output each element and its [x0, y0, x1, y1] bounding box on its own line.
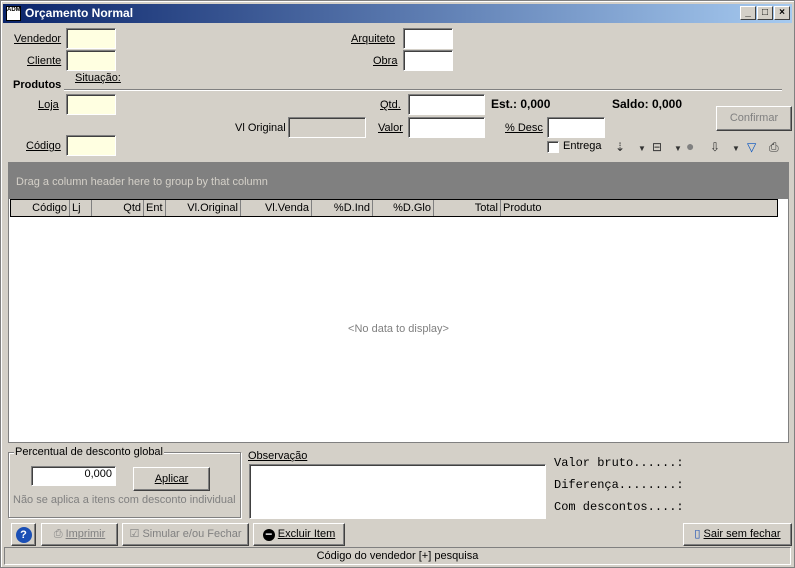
produtos-divider — [64, 89, 782, 91]
col-qtd[interactable]: Qtd — [92, 200, 144, 216]
cliente-label: Cliente — [27, 55, 62, 67]
obra-label: Obra — [373, 55, 398, 67]
status-bar: Código do vendedor [+] pesquisa — [4, 547, 791, 565]
loja-label: Loja — [38, 99, 59, 111]
com-descontos-label: Com descontos....: — [554, 500, 684, 514]
col-codigo[interactable]: Código — [11, 200, 70, 216]
window-title: Orçamento Normal — [25, 6, 134, 20]
col-vl-venda[interactable]: Vl.Venda — [241, 200, 312, 216]
estoque-label: Est.: 0,000 — [491, 97, 551, 111]
layout-icon[interactable]: ⊟ — [652, 140, 662, 154]
confirmar-button[interactable]: Confirmar — [716, 106, 792, 131]
app-icon: ADM — [6, 6, 21, 21]
layout-dropdown-icon[interactable]: ▼ — [674, 144, 682, 153]
obra-field[interactable] — [403, 50, 453, 71]
vendedor-label: Vendedor — [14, 33, 62, 45]
col-lj[interactable]: Lj — [70, 200, 92, 216]
loja-field[interactable] — [66, 94, 116, 115]
no-data-message: <No data to display> — [348, 323, 449, 335]
desc-label: % Desc — [505, 122, 543, 134]
col-vl-original[interactable]: Vl.Original — [166, 200, 241, 216]
valor-field[interactable] — [408, 117, 485, 138]
cliente-field[interactable] — [66, 50, 116, 71]
saldo-label: Saldo: 0,000 — [612, 97, 683, 111]
codigo-label: Código — [26, 140, 61, 152]
export-dropdown-icon[interactable]: ▼ — [732, 144, 740, 153]
simular-fechar-label: Simular e/ou Fechar — [142, 528, 242, 540]
group-by-hint: Drag a column header here to group by th… — [16, 176, 268, 188]
help-button[interactable]: ? — [11, 523, 36, 546]
qtd-field[interactable] — [408, 94, 485, 115]
excluir-item-button[interactable]: − Excluir Item — [253, 523, 345, 546]
filter-icon[interactable]: ▽ — [747, 140, 756, 154]
desconto-note: Não se aplica a itens com desconto indiv… — [13, 494, 236, 506]
title-bar[interactable]: ADM Orçamento Normal _ □ × — [3, 4, 792, 23]
qtd-label: Qtd. — [380, 99, 401, 111]
print-grid-icon[interactable]: ⎙ — [769, 140, 779, 155]
col-d-glo[interactable]: %D.Glo — [373, 200, 434, 216]
col-total[interactable]: Total — [434, 200, 501, 216]
vl-original-field — [288, 117, 366, 138]
arquiteto-field[interactable] — [403, 28, 453, 49]
record-icon[interactable]: ● — [686, 138, 694, 154]
aplicar-button-label: Aplicar — [154, 473, 189, 485]
observacao-field[interactable] — [249, 464, 546, 519]
codigo-field[interactable] — [66, 135, 116, 156]
arquiteto-label: Arquiteto — [351, 33, 396, 45]
group-by-panel[interactable]: Drag a column header here to group by th… — [9, 163, 788, 199]
imprimir-label: Imprimir — [65, 528, 106, 540]
simular-fechar-button[interactable]: ☑ Simular e/ou Fechar — [122, 523, 249, 546]
desc-field[interactable] — [547, 117, 605, 138]
desconto-global-field[interactable]: 0,000 — [31, 466, 116, 486]
printer-icon: ⎙ — [53, 528, 66, 540]
minimize-button[interactable]: _ — [740, 6, 756, 20]
valor-bruto-label: Valor bruto......: — [554, 456, 684, 470]
vendedor-field[interactable] — [66, 28, 116, 49]
remove-icon: − — [262, 528, 275, 541]
status-text: Código do vendedor [+] pesquisa — [316, 550, 479, 562]
excluir-item-label: Excluir Item — [277, 528, 336, 540]
sort-dropdown-icon[interactable]: ▼ — [638, 144, 646, 153]
grid-header: Código Lj Qtd Ent Vl.Original Vl.Venda %… — [10, 199, 778, 217]
observacao-label: Observação — [248, 450, 308, 462]
aplicar-button[interactable]: Aplicar — [133, 467, 210, 491]
close-button[interactable]: × — [774, 6, 790, 20]
orcamento-window: ADM Orçamento Normal _ □ × Vendedor Clie… — [0, 0, 795, 568]
export-icon[interactable]: ⇩ — [710, 140, 720, 154]
desc-label-text: % Desc — [505, 122, 543, 134]
col-d-ind[interactable]: %D.Ind — [312, 200, 373, 216]
produtos-section-label: Produtos — [13, 79, 62, 91]
help-icon: ? — [15, 527, 32, 543]
sort-icon[interactable]: ⇣ — [615, 140, 625, 154]
situacao-label: Situação: — [75, 72, 121, 84]
maximize-button[interactable]: □ — [757, 6, 773, 20]
sair-sem-fechar-label: Sair sem fechar — [703, 528, 781, 540]
col-ent[interactable]: Ent — [144, 200, 166, 216]
imprimir-button[interactable]: ⎙ Imprimir — [41, 523, 118, 546]
diferenca-label: Diferença........: — [554, 478, 684, 492]
checkmark-icon: ☑ — [129, 528, 143, 540]
sair-sem-fechar-button[interactable]: ▯ Sair sem fechar — [683, 523, 792, 546]
exit-door-icon: ▯ — [694, 528, 704, 540]
desconto-global-label: Percentual de desconto global — [14, 446, 164, 458]
desconto-global-label-text: Percentual de desconto global — [15, 446, 163, 458]
entrega-checkbox[interactable] — [547, 141, 559, 153]
vl-original-label: Vl Original — [235, 122, 286, 134]
items-grid[interactable]: Drag a column header here to group by th… — [8, 162, 789, 443]
col-produto[interactable]: Produto — [501, 200, 777, 216]
entrega-label: Entrega — [563, 140, 602, 152]
valor-label: Valor — [378, 122, 403, 134]
